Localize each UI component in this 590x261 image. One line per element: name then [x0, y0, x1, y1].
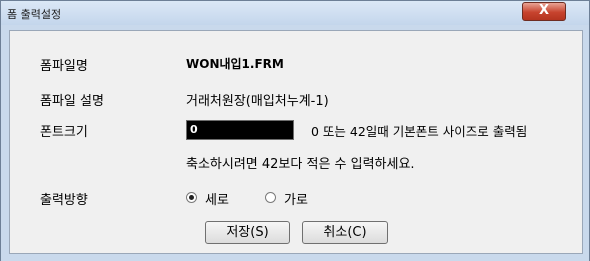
- title-bar: 폼 출력설정 X: [1, 1, 589, 25]
- radio-landscape-label: 가로: [284, 193, 308, 208]
- dialog-body: 폼파일명 WON내입1.FRM 폼파일 설명 거래처원장(매입처누계-1) 폰트…: [9, 30, 583, 254]
- close-icon: X: [538, 3, 550, 18]
- radio-portrait-label: 세로: [205, 193, 229, 208]
- form-desc-label: 폼파일 설명: [40, 94, 104, 109]
- radio-landscape[interactable]: [265, 192, 276, 203]
- window-title: 폼 출력설정: [7, 8, 62, 21]
- window-bottom-border: [1, 255, 589, 261]
- radio-portrait[interactable]: [186, 192, 197, 203]
- save-button[interactable]: 저장(S): [205, 221, 290, 244]
- save-button-label: 저장(S): [226, 225, 269, 240]
- close-button[interactable]: X: [522, 2, 566, 21]
- font-size-hint-1: 0 또는 42일때 기본폰트 사이즈로 출력됨: [311, 124, 528, 139]
- form-name-value: WON내입1.FRM: [186, 57, 284, 71]
- form-name-label: 폼파일명: [40, 59, 88, 74]
- cancel-button[interactable]: 취소(C): [302, 221, 388, 244]
- direction-option-landscape[interactable]: 가로: [265, 189, 325, 208]
- cancel-button-label: 취소(C): [323, 225, 367, 240]
- font-size-label: 폰트크기: [40, 125, 88, 140]
- direction-option-portrait[interactable]: 세로: [186, 189, 246, 208]
- form-desc-value: 거래처원장(매입처누계-1): [186, 94, 329, 109]
- print-settings-dialog: 폼 출력설정 X 폼파일명 WON내입1.FRM 폼파일 설명 거래처원장(매입…: [0, 0, 590, 261]
- font-size-input[interactable]: 0: [186, 120, 294, 140]
- font-size-value: 0: [190, 123, 198, 136]
- direction-label: 출력방향: [40, 193, 88, 208]
- font-size-hint-2: 축소하시려면 42보다 적은 수 입력하세요.: [186, 157, 415, 172]
